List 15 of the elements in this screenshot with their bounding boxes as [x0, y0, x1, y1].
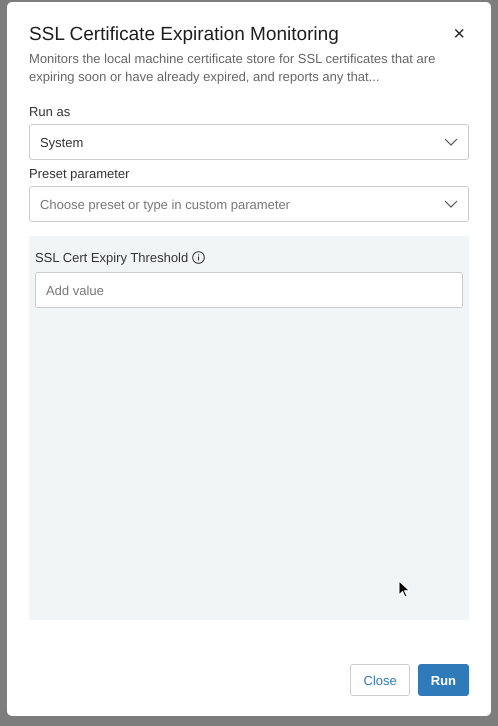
preset-dropdown[interactable]: Choose preset or type in custom parameter	[29, 186, 469, 222]
info-icon[interactable]	[192, 251, 206, 264]
dialog-description: Monitors the local machine certificate store for SSL certificates that are expiring soon or have already expired, and reports any that...	[29, 50, 436, 86]
chevron-down-icon	[444, 138, 458, 146]
field-label: Run as	[29, 104, 72, 119]
chevron-down-icon	[444, 200, 458, 208]
parameter-label: SSL Cert Expiry Threshold	[35, 250, 188, 265]
parameter-input[interactable]: Add value	[35, 272, 463, 308]
dialog-title: SSL Certificate Expiration Monitoring	[29, 24, 340, 46]
close-button[interactable]: Close	[350, 664, 410, 696]
mouse-pointer-icon	[398, 580, 410, 598]
run-as-dropdown[interactable]: System	[29, 124, 469, 160]
close-button[interactable]: ×	[449, 24, 469, 44]
run-button[interactable]: Run	[418, 664, 469, 696]
field-label: Preset parameter	[29, 166, 130, 181]
